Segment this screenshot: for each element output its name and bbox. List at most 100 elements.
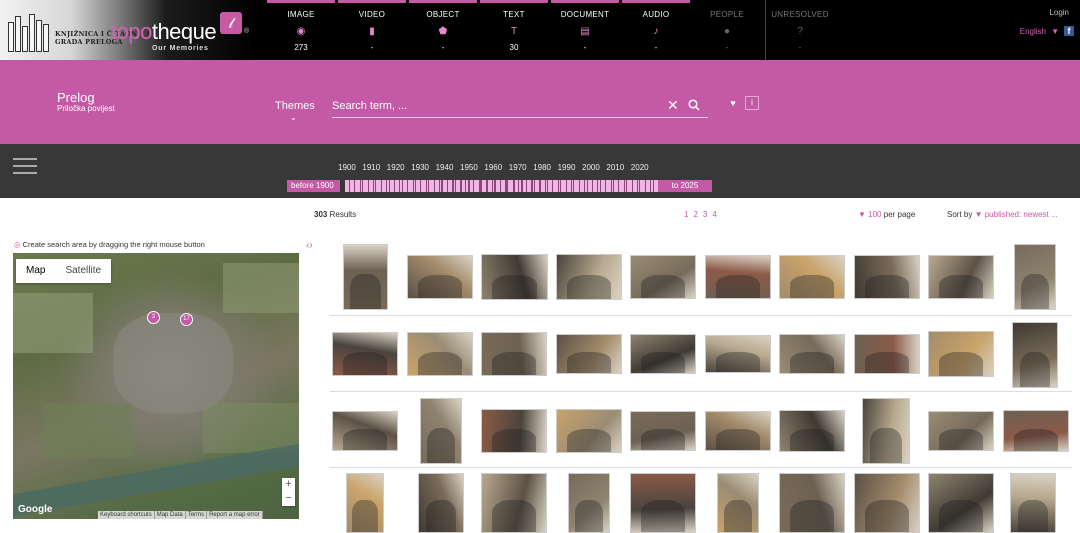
photo-thumbnail[interactable] bbox=[481, 254, 548, 300]
timeline-year-label[interactable]: 1900 bbox=[338, 163, 356, 172]
media-tab-text[interactable]: TEXT T 30 bbox=[480, 0, 548, 60]
photo-thumbnail[interactable] bbox=[420, 398, 462, 464]
photo-thumbnail[interactable] bbox=[717, 473, 759, 533]
photo-thumbnail[interactable] bbox=[568, 473, 610, 533]
photo-thumbnail[interactable] bbox=[854, 473, 920, 533]
map-footer-link[interactable]: Keyboard shortcuts bbox=[98, 511, 155, 519]
photo-thumbnail[interactable] bbox=[481, 409, 547, 453]
photo-thumbnail[interactable] bbox=[854, 255, 920, 299]
timeline-before-handle[interactable]: before 1900 bbox=[287, 180, 340, 192]
photo-thumbnail[interactable] bbox=[705, 255, 771, 299]
timeline-year-label[interactable]: 1960 bbox=[484, 163, 502, 172]
pagination: 1234 bbox=[684, 210, 722, 219]
themes-dropdown[interactable]: Themes bbox=[275, 100, 315, 112]
timeline-slider[interactable] bbox=[345, 180, 658, 192]
map-view[interactable] bbox=[13, 253, 299, 519]
unresolved-icon: ? bbox=[797, 26, 803, 37]
media-tab-people[interactable]: PEOPLE ● - bbox=[693, 0, 761, 60]
page-link[interactable]: 1 bbox=[684, 210, 688, 219]
timeline-year-label[interactable]: 1940 bbox=[436, 163, 454, 172]
map-footer-link[interactable]: Terms bbox=[186, 511, 208, 519]
zoom-out-button[interactable]: − bbox=[282, 492, 295, 506]
hamburger-menu-icon[interactable] bbox=[13, 158, 37, 174]
timeline-year-label[interactable]: 2020 bbox=[631, 163, 649, 172]
map-footer-link[interactable]: Report a map error bbox=[207, 511, 263, 519]
photo-thumbnail[interactable] bbox=[1003, 410, 1069, 452]
media-tab-document[interactable]: DOCUMENT ▤ - bbox=[551, 0, 619, 60]
timeline-year-label[interactable]: 2000 bbox=[582, 163, 600, 172]
photo-thumbnail[interactable] bbox=[779, 334, 845, 374]
photo-thumbnail[interactable] bbox=[630, 255, 696, 299]
photo-thumbnail[interactable] bbox=[1010, 473, 1056, 533]
photo-thumbnail[interactable] bbox=[862, 398, 910, 464]
photo-thumbnail[interactable] bbox=[779, 410, 845, 452]
photo-thumbnail[interactable] bbox=[418, 473, 464, 533]
login-link[interactable]: Login bbox=[1049, 8, 1069, 17]
timeline-year-label[interactable]: 1990 bbox=[558, 163, 576, 172]
photo-thumbnail[interactable] bbox=[556, 254, 622, 300]
photo-thumbnail[interactable] bbox=[556, 334, 622, 374]
photo-thumbnail[interactable] bbox=[928, 411, 994, 451]
favorites-heart-icon[interactable]: ♥ bbox=[726, 96, 740, 110]
collapse-map-icon[interactable]: ‹› bbox=[306, 240, 313, 251]
per-page-select[interactable]: ▼ 100 per page bbox=[858, 210, 915, 219]
media-tab-object[interactable]: OBJECT ⬟ - bbox=[409, 0, 477, 60]
map-tab-map[interactable]: Map bbox=[16, 259, 55, 283]
timeline-year-label[interactable]: 1980 bbox=[533, 163, 551, 172]
photo-thumbnail[interactable] bbox=[343, 244, 388, 310]
photo-thumbnail[interactable] bbox=[556, 409, 622, 453]
media-tab-unresolved[interactable]: UNRESOLVED? - bbox=[766, 0, 834, 60]
photo-thumbnail[interactable] bbox=[928, 331, 994, 377]
map-footer-link[interactable]: Map Data bbox=[155, 511, 186, 519]
map-cluster-marker[interactable]: 17 bbox=[180, 313, 193, 326]
photo-thumbnail[interactable] bbox=[346, 473, 384, 533]
photo-thumbnail[interactable] bbox=[407, 255, 473, 299]
photo-thumbnail[interactable] bbox=[332, 332, 398, 376]
timeline-year-label[interactable]: 1970 bbox=[509, 163, 527, 172]
search-icon[interactable] bbox=[688, 99, 700, 111]
photo-thumbnail[interactable] bbox=[481, 332, 547, 376]
close-icon[interactable]: ✕ bbox=[667, 97, 679, 114]
timeline-year-label[interactable]: 1950 bbox=[460, 163, 478, 172]
timeline-to-handle[interactable]: to 2025 bbox=[658, 180, 712, 192]
photo-thumbnail[interactable] bbox=[630, 334, 696, 374]
zoom-in-button[interactable]: + bbox=[282, 478, 295, 492]
sort-select[interactable]: Sort by ▼ published: newest ... bbox=[947, 210, 1058, 219]
media-tab-image[interactable]: IMAGE ◉ 273 bbox=[267, 0, 335, 60]
media-tab-video[interactable]: VIDEO ▮ - bbox=[338, 0, 406, 60]
brand-logo[interactable]: topotheque bbox=[111, 19, 217, 45]
timeline-year-label[interactable]: 1920 bbox=[387, 163, 405, 172]
chevron-down-icon[interactable]: ▼ bbox=[1051, 27, 1059, 36]
photo-thumbnail[interactable] bbox=[928, 473, 994, 533]
timeline-year-label[interactable]: 1930 bbox=[411, 163, 429, 172]
photo-thumbnail[interactable] bbox=[630, 473, 696, 533]
page-link[interactable]: 2 bbox=[693, 210, 697, 219]
photo-thumbnail[interactable] bbox=[1014, 244, 1056, 310]
language-select[interactable]: English bbox=[1020, 27, 1046, 36]
media-tab-audio[interactable]: AUDIO ♪ - bbox=[622, 0, 690, 60]
photo-thumbnail[interactable] bbox=[705, 411, 771, 451]
photo-thumbnail[interactable] bbox=[705, 335, 771, 373]
photo-thumbnail[interactable] bbox=[928, 255, 994, 299]
timeline-year-label[interactable]: 1910 bbox=[362, 163, 380, 172]
facebook-icon[interactable]: f bbox=[1064, 26, 1074, 36]
photo-thumbnail[interactable] bbox=[854, 334, 920, 374]
photo-thumbnail[interactable] bbox=[1012, 322, 1058, 388]
photo-thumbnail[interactable] bbox=[332, 411, 398, 451]
page-link[interactable]: 3 bbox=[703, 210, 707, 219]
map-footer: Keyboard shortcuts Map Data Terms Report… bbox=[98, 511, 263, 519]
photo-thumbnail[interactable] bbox=[630, 411, 696, 451]
brand-mark-icon: 𝓁 bbox=[220, 12, 242, 34]
timeline-year-label[interactable]: 2010 bbox=[606, 163, 624, 172]
map-cluster-marker[interactable]: 3 bbox=[147, 311, 160, 324]
photo-thumbnail[interactable] bbox=[779, 473, 845, 533]
photo-thumbnail[interactable] bbox=[481, 473, 547, 533]
photo-thumbnail[interactable] bbox=[407, 332, 473, 376]
map-tab-satellite[interactable]: Satellite bbox=[55, 259, 111, 283]
search-input[interactable] bbox=[332, 96, 652, 116]
brand-tagline: Our Memories bbox=[152, 45, 209, 52]
photo-thumbnail[interactable] bbox=[779, 255, 845, 299]
page-link[interactable]: 4 bbox=[712, 210, 716, 219]
chevron-down-icon[interactable]: ⌄ bbox=[290, 113, 297, 122]
info-icon[interactable]: i bbox=[745, 96, 759, 110]
